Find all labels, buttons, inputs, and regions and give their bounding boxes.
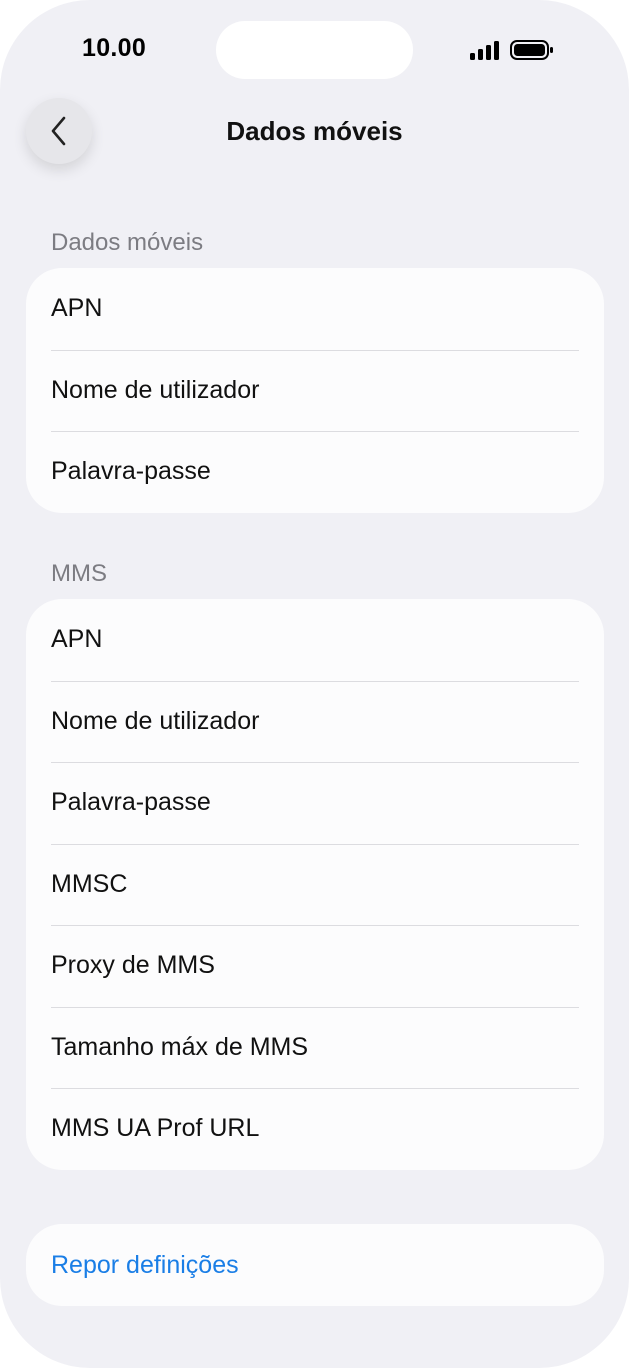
page-title: Dados móveis [226, 116, 403, 146]
section-header-mobile-data: Dados móveis [51, 229, 204, 256]
dynamic-island [216, 21, 413, 79]
list-item-mmsc[interactable]: MMSC [26, 843, 604, 926]
status-time: 10.00 [82, 34, 147, 62]
section-header-mms: MMS [51, 560, 107, 587]
phone-screen: 10.00 Dados móveis Dados móveis APN Nome… [0, 0, 629, 1368]
list-item-username[interactable]: Nome de utilizador [26, 349, 604, 432]
list-item-label: APN [51, 294, 103, 323]
list-item-mms-password[interactable]: Palavra-passe [26, 762, 604, 844]
list-item-label: Proxy de MMS [51, 951, 215, 980]
list-item-label: MMS UA Prof URL [51, 1114, 260, 1143]
battery-icon [510, 40, 553, 60]
list-item-mms-ua-prof-url[interactable]: MMS UA Prof URL [26, 1088, 604, 1170]
list-item-apn[interactable]: APN [26, 268, 604, 350]
list-item-label: Nome de utilizador [51, 706, 260, 735]
list-item-mms-max-size[interactable]: Tamanho máx de MMS [26, 1006, 604, 1089]
list-item-label: Palavra-passe [51, 457, 211, 486]
list-item-label: MMSC [51, 869, 128, 898]
list-item-mms-username[interactable]: Nome de utilizador [26, 680, 604, 763]
mms-group: APN Nome de utilizador Palavra-passe MMS… [26, 599, 604, 1170]
reset-settings-button[interactable]: Repor definições [26, 1224, 604, 1306]
list-item-password[interactable]: Palavra-passe [26, 431, 604, 513]
list-item-label: Nome de utilizador [51, 375, 260, 404]
cellular-signal-icon [470, 41, 499, 60]
list-item-label: Palavra-passe [51, 788, 211, 817]
list-item-mms-apn[interactable]: APN [26, 599, 604, 681]
list-item-label: APN [51, 625, 103, 654]
list-item-mms-proxy[interactable]: Proxy de MMS [26, 925, 604, 1007]
mobile-data-group: APN Nome de utilizador Palavra-passe [26, 268, 604, 513]
list-item-label: Tamanho máx de MMS [51, 1032, 309, 1061]
reset-settings-label: Repor definições [51, 1250, 239, 1279]
